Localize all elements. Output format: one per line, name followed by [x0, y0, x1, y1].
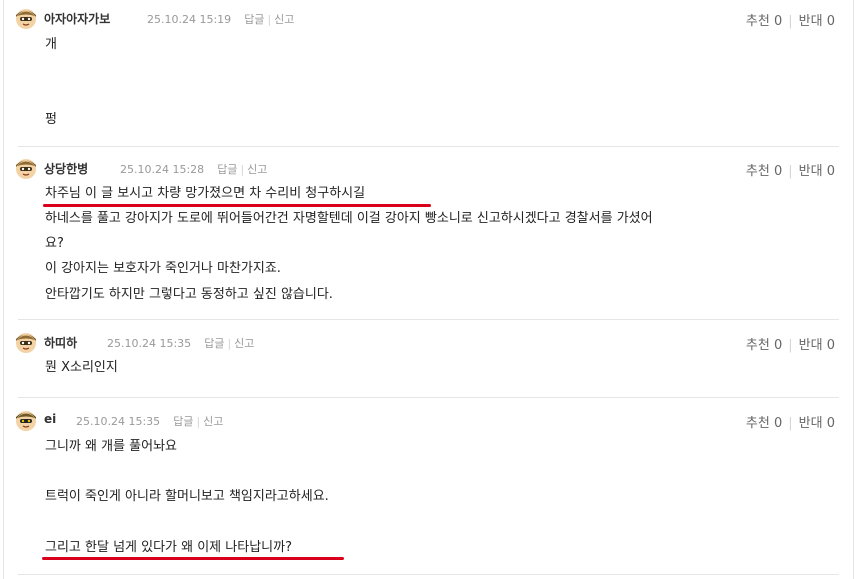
comment-header: 상당한병 25.10.24 15:28 답글 | 신고 추천 0 | 반대 0 — [14, 156, 835, 180]
downvote-count: 0 — [826, 164, 835, 179]
frame-border-right — [853, 0, 854, 579]
reply-link[interactable]: 답글 — [217, 163, 237, 176]
vote-area: 추천 0 | 반대 0 — [745, 416, 835, 431]
comment-line-highlighted: 차주님 이 글 보시고 차량 망가졌으면 차 수리비 청구하시길 — [45, 186, 366, 201]
comment-meta: 25.10.24 15:19 답글 | 신고 — [147, 13, 295, 26]
report-link[interactable]: 신고 — [274, 13, 294, 26]
vote-area: 추천 0 | 반대 0 — [745, 14, 835, 29]
comment-line: 펑 — [45, 112, 57, 127]
reply-link[interactable]: 답글 — [244, 13, 264, 26]
comment-meta: 25.10.24 15:35 답글 | 신고 — [76, 415, 224, 428]
comment-line: 안타깝기도 하지만 그렇다고 동정하고 싶진 않습니다. — [45, 287, 333, 302]
report-link[interactable]: 신고 — [203, 415, 223, 428]
downvote-count: 0 — [826, 338, 835, 353]
comment-nickname[interactable]: 아자아자가보 — [44, 10, 110, 27]
comment-nickname[interactable]: 상당한병 — [44, 160, 88, 177]
downvote-button[interactable]: 반대 0 — [799, 338, 835, 353]
soldier-avatar-icon — [14, 156, 38, 180]
comment-line: 이 강아지는 보호자가 죽인거나 마찬가지죠. — [45, 261, 281, 276]
highlight-underline — [43, 204, 431, 207]
report-link[interactable]: 신고 — [234, 337, 254, 350]
comment-header: 아자아자가보 25.10.24 15:19 답글 | 신고 추천 0 | 반대 0 — [14, 6, 835, 30]
vote-area: 추천 0 | 반대 0 — [745, 164, 835, 179]
upvote-count: 0 — [773, 164, 783, 179]
soldier-avatar-icon — [14, 408, 38, 432]
downvote-button[interactable]: 반대 0 — [799, 164, 835, 179]
downvote-count: 0 — [826, 14, 835, 29]
comment-meta: 25.10.24 15:35 답글 | 신고 — [107, 337, 255, 350]
comment-line: 요? — [45, 236, 64, 251]
comment-separator — [18, 319, 839, 320]
comment-date: 25.10.24 15:19 — [147, 13, 232, 26]
reply-link[interactable]: 답글 — [204, 337, 224, 350]
comment-date: 25.10.24 15:35 — [107, 337, 192, 350]
reply-link[interactable]: 답글 — [173, 415, 193, 428]
downvote-count: 0 — [826, 416, 835, 431]
comment-date: 25.10.24 15:28 — [120, 163, 205, 176]
soldier-avatar-icon — [14, 330, 38, 354]
upvote-count: 0 — [773, 416, 783, 431]
comment-date: 25.10.24 15:35 — [76, 415, 161, 428]
downvote-button[interactable]: 반대 0 — [799, 14, 835, 29]
comment-line-highlighted: 그리고 한달 넘게 있다가 왜 이제 나타납니까? — [45, 540, 292, 555]
comment-line: 그니까 왜 개를 풀어놔요 — [45, 439, 177, 454]
upvote-button[interactable]: 추천 0 — [746, 164, 782, 179]
comment-separator — [18, 574, 839, 575]
upvote-count: 0 — [773, 14, 783, 29]
comment-line: 트럭이 죽인게 아니라 할머니보고 책임지라고하세요. — [45, 489, 329, 504]
comment-separator — [18, 146, 839, 147]
frame-border-left — [3, 0, 4, 579]
comment-nickname[interactable]: 하띠하 — [44, 334, 77, 351]
comment-header: 하띠하 25.10.24 15:35 답글 | 신고 추천 0 | 반대 0 — [14, 330, 835, 354]
upvote-button[interactable]: 추천 0 — [746, 338, 782, 353]
highlight-underline — [42, 557, 344, 560]
comment-nickname[interactable]: ei — [44, 412, 56, 426]
comment-separator — [18, 397, 839, 398]
comment-line: 뭔 X소리인지 — [45, 360, 118, 375]
comment-header: ei 25.10.24 15:35 답글 | 신고 추천 0 | 반대 0 — [14, 408, 835, 432]
upvote-button[interactable]: 추천 0 — [746, 416, 782, 431]
comment-meta: 25.10.24 15:28 답글 | 신고 — [120, 163, 268, 176]
comment-line: 개 — [45, 37, 57, 52]
upvote-count: 0 — [773, 338, 783, 353]
comment-line: 하네스를 풀고 강아지가 도로에 뛰어들어간건 자명할텐데 이걸 강아지 빵소니… — [45, 211, 653, 226]
downvote-button[interactable]: 반대 0 — [799, 416, 835, 431]
vote-area: 추천 0 | 반대 0 — [745, 338, 835, 353]
upvote-button[interactable]: 추천 0 — [746, 14, 782, 29]
soldier-avatar-icon — [14, 6, 38, 30]
report-link[interactable]: 신고 — [247, 163, 267, 176]
